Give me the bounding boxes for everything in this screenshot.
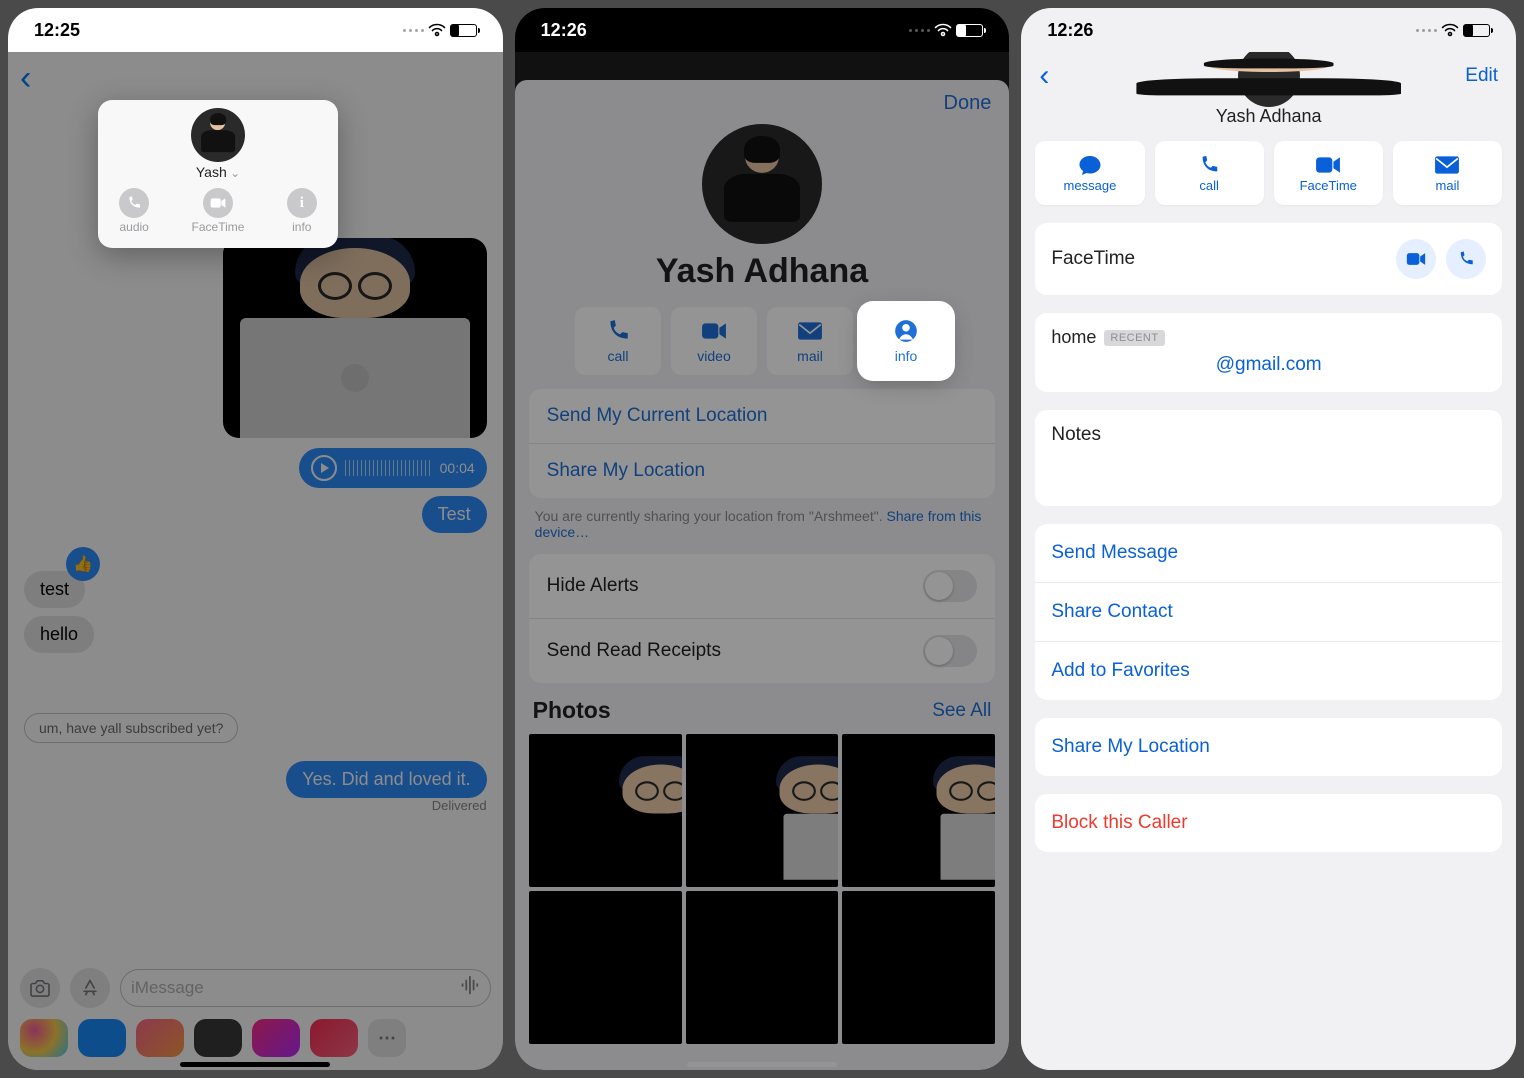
info-icon: i xyxy=(287,188,317,218)
wifi-icon xyxy=(934,23,952,37)
email-card[interactable]: home RECENT @gmail.com xyxy=(1035,313,1502,392)
actions-card: Send Message Share Contact Add to Favori… xyxy=(1035,524,1502,700)
read-receipts-switch[interactable] xyxy=(923,635,977,667)
facetime-video-button[interactable] xyxy=(1396,239,1436,279)
mail-tile[interactable]: mail xyxy=(767,307,853,375)
battery-icon xyxy=(450,24,477,37)
photo-thumbnail[interactable] xyxy=(686,734,839,887)
notes-card[interactable]: Notes xyxy=(1035,410,1502,506)
location-card: Send My Current Location Share My Locati… xyxy=(529,389,996,498)
phone-contact-card: 12:26 ‹ Edit Yash Adhana message xyxy=(1021,8,1516,1070)
back-chevron-icon[interactable]: ‹ xyxy=(1039,59,1049,93)
photo-grid xyxy=(529,734,996,1044)
home-indicator[interactable] xyxy=(687,1062,837,1067)
block-this-caller[interactable]: Block this Caller xyxy=(1035,794,1502,852)
wifi-icon xyxy=(428,23,446,37)
block-card: Block this Caller xyxy=(1035,794,1502,852)
clock: 12:25 xyxy=(34,20,80,41)
facetime-tile[interactable]: FaceTime xyxy=(1274,141,1383,205)
battery-icon xyxy=(956,24,983,37)
mail-tile[interactable]: mail xyxy=(1393,141,1502,205)
contact-sheet: Done Yash Adhana call video mail xyxy=(515,52,1010,1070)
status-icons xyxy=(909,23,983,37)
hide-alerts-row: Hide Alerts xyxy=(529,554,996,618)
clock: 12:26 xyxy=(541,20,587,41)
photo-thumbnail[interactable] xyxy=(842,734,995,887)
contact-name: Yash Adhana xyxy=(529,252,996,291)
popup-contact-name[interactable]: Yash xyxy=(196,164,240,180)
status-bar: 12:26 xyxy=(515,8,1010,52)
location-share-note: You are currently sharing your location … xyxy=(529,498,996,540)
email-value[interactable]: @gmail.com xyxy=(1035,354,1502,392)
send-current-location[interactable]: Send My Current Location xyxy=(529,389,996,443)
wifi-icon xyxy=(1441,23,1459,37)
popup-audio-button[interactable]: audio xyxy=(119,188,149,234)
video-icon xyxy=(203,188,233,218)
facetime-card: FaceTime xyxy=(1035,223,1502,295)
info-tile[interactable]: info xyxy=(863,307,949,375)
send-read-receipts-row: Send Read Receipts xyxy=(529,618,996,683)
contact-avatar[interactable] xyxy=(702,124,822,244)
phone-icon xyxy=(119,188,149,218)
status-bar: 12:25 xyxy=(8,8,503,52)
status-bar: 12:26 xyxy=(1021,8,1516,52)
popup-avatar[interactable] xyxy=(191,108,245,162)
photo-thumbnail[interactable] xyxy=(686,891,839,1044)
see-all-link[interactable]: See All xyxy=(932,700,991,722)
share-my-location-row[interactable]: Share My Location xyxy=(1035,718,1502,776)
contact-name: Yash Adhana xyxy=(1035,106,1502,127)
contact-avatar[interactable] xyxy=(1238,52,1300,107)
photo-thumbnail[interactable] xyxy=(529,891,682,1044)
phone-contact-sheet: 12:26 Done Yash Adhana call vid xyxy=(515,8,1010,1070)
facetime-row: FaceTime xyxy=(1035,223,1502,295)
nav-bar: ‹ Edit xyxy=(1035,52,1502,100)
photo-thumbnail[interactable] xyxy=(529,734,682,887)
clock: 12:26 xyxy=(1047,20,1093,41)
share-my-location[interactable]: Share My Location xyxy=(529,443,996,498)
hide-alerts-switch[interactable] xyxy=(923,570,977,602)
recent-chip: RECENT xyxy=(1104,330,1164,346)
edit-button[interactable]: Edit xyxy=(1465,65,1498,87)
facetime-audio-button[interactable] xyxy=(1446,239,1486,279)
alerts-card: Hide Alerts Send Read Receipts xyxy=(529,554,996,683)
done-button[interactable]: Done xyxy=(944,92,992,115)
action-tiles: message call FaceTime mail xyxy=(1035,141,1502,205)
photos-header: Photos See All xyxy=(529,697,996,724)
contact-popup: Yash audio FaceTime i info xyxy=(98,100,338,248)
popup-facetime-button[interactable]: FaceTime xyxy=(192,188,245,234)
send-message-row[interactable]: Send Message xyxy=(1035,524,1502,582)
battery-icon xyxy=(1463,24,1490,37)
message-tile[interactable]: message xyxy=(1035,141,1144,205)
call-tile[interactable]: call xyxy=(575,307,661,375)
status-icons xyxy=(1416,23,1490,37)
photo-thumbnail[interactable] xyxy=(842,891,995,1044)
video-tile[interactable]: video xyxy=(671,307,757,375)
status-icons xyxy=(403,23,477,37)
contact-card-screen: ‹ Edit Yash Adhana message call FaceTime xyxy=(1021,52,1516,1070)
messages-screen: ‹ 00:04 Test test hello xyxy=(8,52,503,1070)
phone-messages-popup: 12:25 ‹ 00:04 xyxy=(8,8,503,1070)
action-row: call video mail info xyxy=(529,307,996,375)
call-tile[interactable]: call xyxy=(1155,141,1264,205)
share-location-card: Share My Location xyxy=(1035,718,1502,776)
popup-info-button[interactable]: i info xyxy=(287,188,317,234)
add-to-favorites-row[interactable]: Add to Favorites xyxy=(1035,641,1502,700)
share-contact-row[interactable]: Share Contact xyxy=(1035,582,1502,641)
